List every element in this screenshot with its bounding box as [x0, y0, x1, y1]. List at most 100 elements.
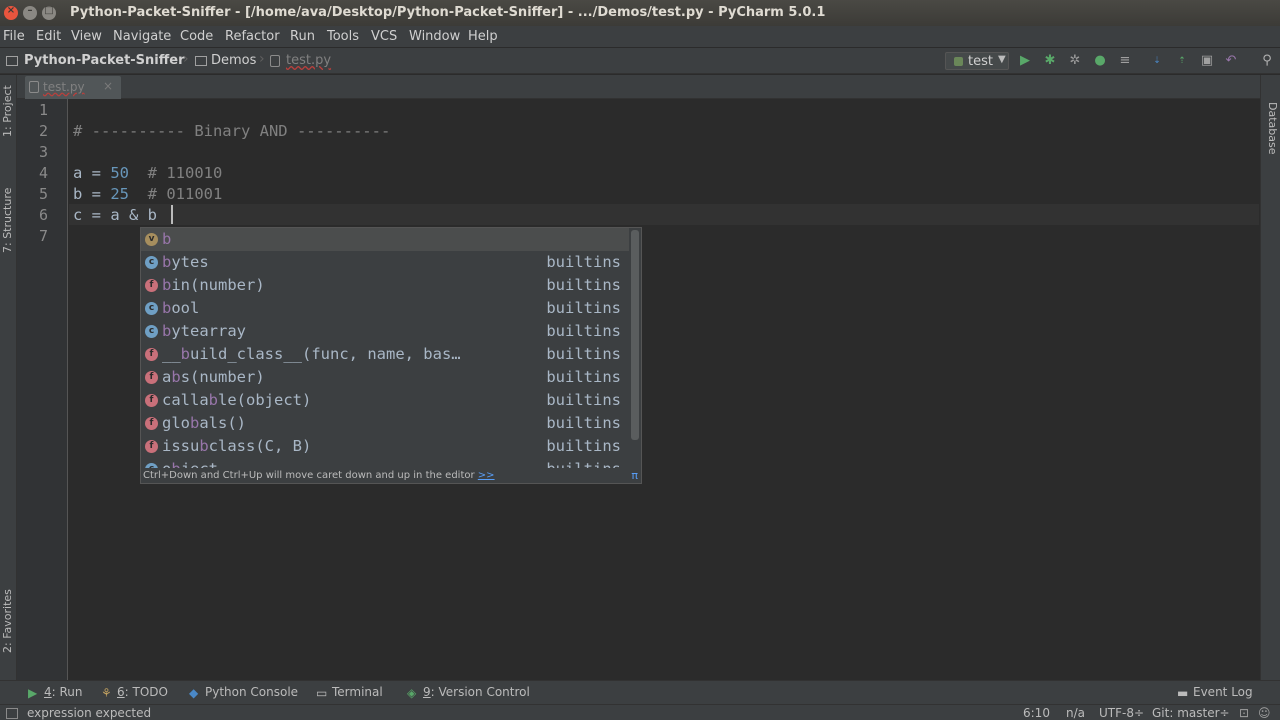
run-configuration-select[interactable]: test ▼: [945, 52, 1009, 70]
completion-label: bytearray: [162, 322, 246, 340]
menu-vcs[interactable]: VCS: [371, 29, 397, 44]
completion-label-post: class(C, B): [208, 437, 312, 455]
menu-help[interactable]: Help: [468, 29, 498, 44]
tool-window-terminal-label: Terminal: [332, 685, 383, 699]
menu-edit[interactable]: Edit: [36, 29, 61, 44]
completion-label-post: ool: [171, 299, 200, 317]
class-icon: c: [145, 463, 158, 468]
breadcrumb-folder[interactable]: Demos: [211, 53, 256, 68]
completion-label-match: b: [171, 368, 181, 386]
caret-position[interactable]: 6:10: [1023, 706, 1050, 720]
menu-run[interactable]: Run: [290, 29, 315, 44]
completion-origin: builtins: [546, 276, 621, 294]
completion-label-match: b: [162, 299, 172, 317]
completion-item[interactable]: c bool builtins: [141, 297, 629, 320]
lock-icon[interactable]: ⊡: [1239, 706, 1249, 720]
close-tab-icon[interactable]: ×: [103, 79, 113, 93]
run-icon[interactable]: ▶: [1017, 53, 1033, 69]
completion-item[interactable]: f __build_class__(func, name, bas… built…: [141, 343, 629, 366]
line-separator[interactable]: n/a: [1066, 706, 1085, 720]
completion-label-match: b: [162, 230, 172, 248]
completion-origin: builtins: [546, 299, 621, 317]
menu-navigate[interactable]: Navigate: [113, 29, 171, 44]
file-encoding[interactable]: UTF-8÷: [1099, 706, 1144, 720]
line-number: 4: [39, 164, 49, 182]
vcs-update-icon[interactable]: ⇣: [1149, 53, 1165, 69]
completion-item[interactable]: c bytes builtins: [141, 251, 629, 274]
menu-code[interactable]: Code: [180, 29, 213, 44]
project-folder-icon: [6, 56, 18, 66]
inspector-icon[interactable]: ☺: [1258, 706, 1271, 720]
completion-label-pre: glo: [162, 414, 190, 432]
code-line-2[interactable]: # ---------- Binary AND ----------: [73, 122, 390, 140]
completion-item[interactable]: f globals() builtins: [141, 412, 629, 435]
line-number: 3: [39, 143, 49, 161]
tool-tab-database[interactable]: Database: [1266, 102, 1279, 155]
completion-label-pre: __: [162, 345, 181, 363]
completion-scrollbar[interactable]: [631, 230, 639, 440]
completion-item[interactable]: c bytearray builtins: [141, 320, 629, 343]
completion-label-pre: a: [162, 368, 172, 386]
tool-tab-project[interactable]: 1: Project: [1, 85, 14, 137]
window-close-button[interactable]: ×: [4, 5, 18, 20]
menu-window[interactable]: Window: [409, 29, 460, 44]
window-minimize-button[interactable]: –: [23, 5, 37, 20]
debug-icon[interactable]: ✱: [1042, 53, 1058, 69]
completion-label-post: s(number): [180, 368, 265, 386]
python-file-icon: [29, 81, 39, 93]
tool-tab-structure[interactable]: 7: Structure: [1, 188, 14, 253]
compare-icon[interactable]: ▣: [1199, 53, 1215, 69]
completion-origin: builtins: [546, 391, 621, 409]
breadcrumb-project[interactable]: Python-Packet-Sniffer: [24, 53, 185, 68]
completion-origin: builtins: [546, 368, 621, 386]
tool-windows-toggle-icon[interactable]: [6, 708, 18, 719]
profile-icon[interactable]: ●: [1092, 53, 1108, 69]
tool-window-terminal[interactable]: ▭ Terminal: [316, 685, 383, 700]
code-comment: # ---------- Binary AND ----------: [73, 122, 391, 140]
coverage-icon[interactable]: ✲: [1067, 53, 1083, 69]
code-number: 50: [110, 164, 129, 182]
menu-file[interactable]: File: [3, 29, 25, 44]
completion-label: __build_class__(func, name, bas…: [162, 345, 461, 363]
menu-refactor[interactable]: Refactor: [225, 29, 280, 44]
vcs-commit-icon[interactable]: ⇡: [1174, 53, 1190, 69]
tool-tab-favorites[interactable]: 2: Favorites: [1, 589, 14, 653]
run-icon: ▶: [28, 686, 38, 700]
tool-window-run[interactable]: ▶ 4: Run: [28, 685, 83, 700]
completion-origin: builtins: [546, 253, 621, 271]
tool-window-python-console[interactable]: ◆ Python Console: [189, 685, 298, 700]
completion-item[interactable]: c object builtins: [141, 458, 629, 468]
concurrency-icon[interactable]: ≡: [1117, 53, 1133, 69]
tool-window-event-log[interactable]: ▬ Event Log: [1177, 685, 1253, 700]
completion-item[interactable]: v b: [141, 228, 629, 251]
completion-item[interactable]: f bin(number) builtins: [141, 274, 629, 297]
tool-window-event-log-label: Event Log: [1193, 685, 1253, 699]
completion-pi-icon[interactable]: π: [631, 469, 638, 482]
code-line-4[interactable]: a = 50 # 110010: [73, 164, 222, 182]
tool-window-vcs-label: : Version Control: [430, 685, 530, 699]
completion-label-post: in(number): [171, 276, 265, 294]
event-log-icon: ▬: [1177, 686, 1189, 700]
breadcrumb-file[interactable]: test.py: [286, 53, 331, 68]
tool-window-todo[interactable]: ⚘ 6: TODO: [101, 685, 168, 700]
line-number-gutter: 1 2 3 4 5 6 7: [17, 99, 68, 680]
completion-item[interactable]: f abs(number) builtins: [141, 366, 629, 389]
status-message: expression expected: [27, 706, 152, 720]
completion-item[interactable]: f callable(object) builtins: [141, 389, 629, 412]
tool-window-version-control[interactable]: ◈ 9: Version Control: [407, 685, 530, 700]
line-number: 2: [39, 122, 49, 140]
completion-item[interactable]: f issubclass(C, B) builtins: [141, 435, 629, 458]
code-line-6[interactable]: c = a & b: [73, 206, 157, 224]
completion-label-post: ytes: [171, 253, 209, 271]
git-branch[interactable]: Git: master÷: [1152, 706, 1230, 720]
completion-label-match: b: [199, 437, 209, 455]
window-maximize-button[interactable]: □: [42, 5, 56, 20]
menu-view[interactable]: View: [71, 29, 102, 44]
search-icon[interactable]: ⚲: [1259, 53, 1275, 69]
completion-label-post: le(object): [218, 391, 312, 409]
completion-hint-link[interactable]: >>: [478, 470, 495, 481]
menu-tools[interactable]: Tools: [327, 29, 359, 44]
editor-tab-test-py[interactable]: test.py ×: [25, 76, 121, 99]
revert-icon[interactable]: ↶: [1223, 53, 1239, 69]
code-line-5[interactable]: b = 25 # 011001: [73, 185, 222, 203]
